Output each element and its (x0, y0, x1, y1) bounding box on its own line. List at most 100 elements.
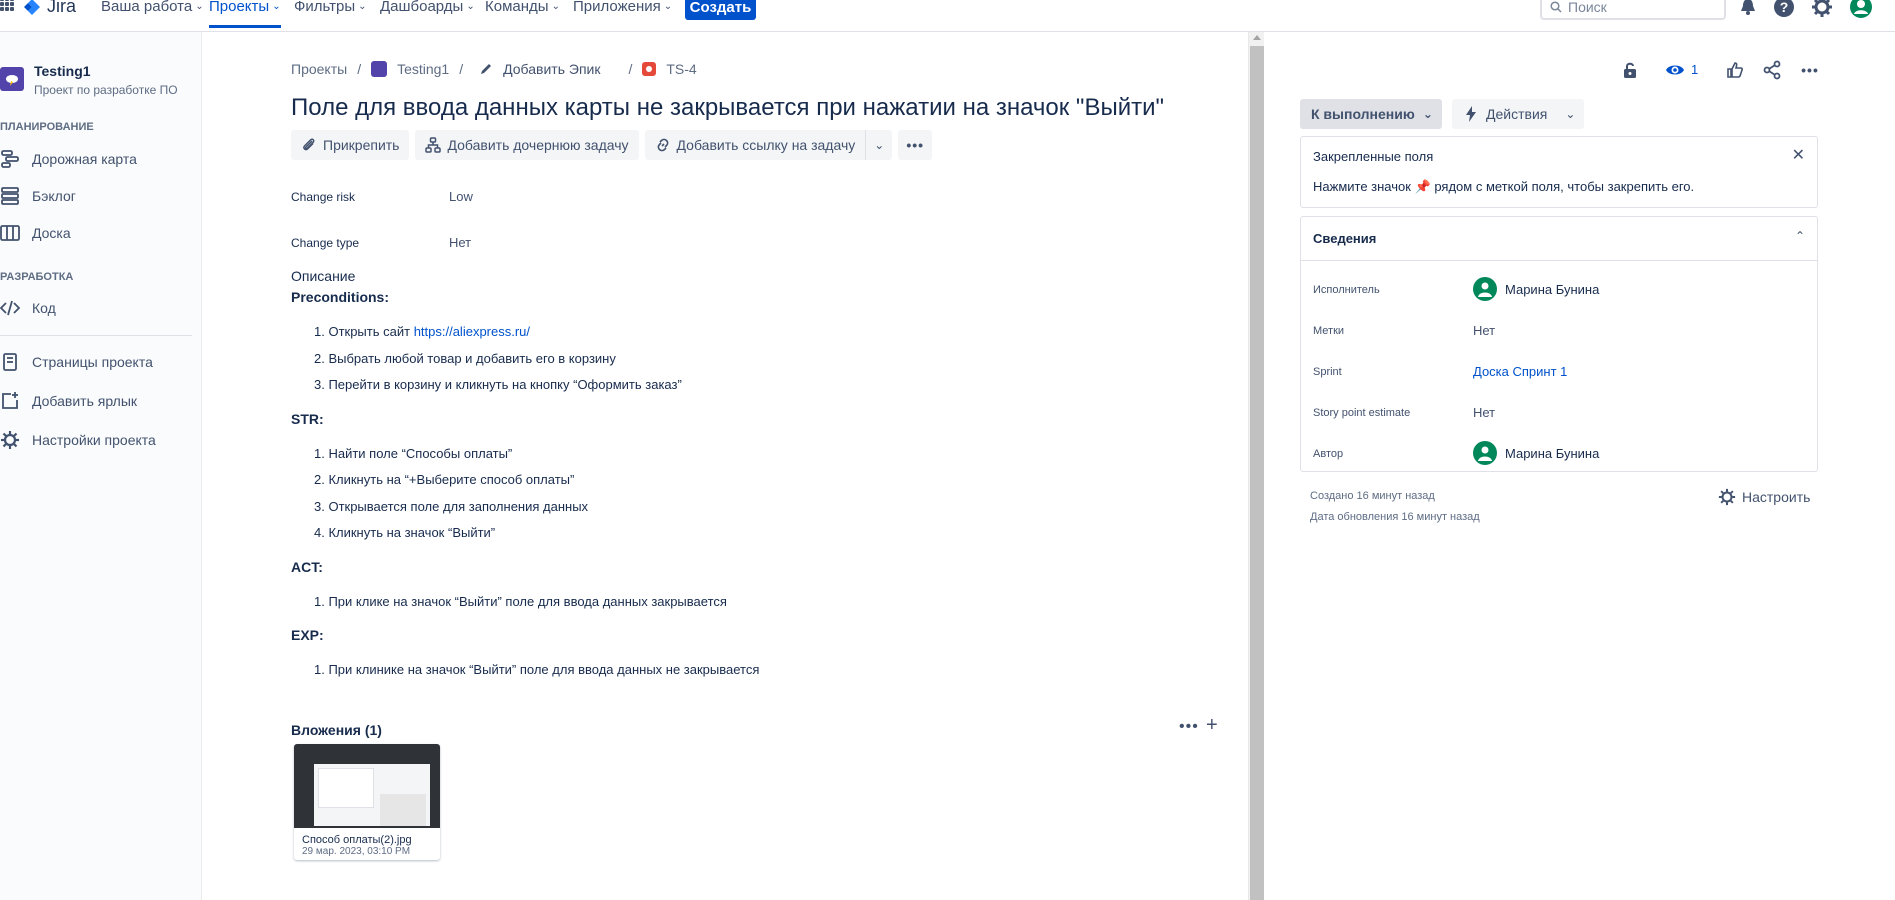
nav-your-work[interactable]: Ваша работа ⌄ (101, 0, 204, 15)
breadcrumb-separator: / (357, 61, 362, 77)
main-scrollbar[interactable] (1248, 32, 1264, 900)
list-item: 1. Открыть сайт https://aliexpress.ru/ (314, 319, 1171, 346)
issue-title[interactable]: Поле для ввода данных карты не закрывает… (291, 94, 1164, 122)
project-avatar[interactable] (0, 67, 24, 91)
sidebar-item-pages[interactable]: Страницы проекта (0, 350, 195, 374)
list-item: 1. Найти поле “Способы оплаты” (314, 445, 513, 461)
app-switcher-icon[interactable] (0, 0, 14, 11)
user-avatar-icon (1473, 277, 1497, 301)
details-panel: Сведения ⌃ Исполнитель Марина Бунина Мет… (1300, 216, 1818, 472)
link-dropdown-button[interactable]: ⌄ (866, 130, 893, 160)
project-type: Проект по разработке ПО (34, 83, 178, 97)
sidebar-item-code[interactable]: Код (0, 296, 195, 320)
sprint-value[interactable]: Доска Спринт 1 (1473, 364, 1567, 379)
configure-label: Настроить (1742, 489, 1811, 505)
sidebar-item-project-settings[interactable]: Настройки проекта (0, 428, 195, 452)
exp-list: 1. При клинике на значок “Выйти” поле дл… (314, 657, 1171, 684)
jira-logo[interactable]: Jira (22, 0, 76, 17)
scroll-up-arrow-icon[interactable] (1253, 35, 1261, 40)
attachments-more-icon[interactable]: ••• (1179, 718, 1199, 736)
thumbnail-panel (318, 768, 374, 808)
link-issue-button[interactable]: Добавить ссылку на задачу (644, 130, 867, 160)
issue-details-panel: 1 ••• К выполнению ⌄ Действия ⌄ Закрепле… (1264, 32, 1895, 900)
chevron-down-icon: ⌄ (874, 138, 885, 152)
lightning-icon (1466, 106, 1476, 122)
breadcrumb-projects[interactable]: Проекты (291, 61, 347, 77)
more-actions-button[interactable]: ••• (898, 130, 933, 160)
assignee-label: Исполнитель (1313, 284, 1380, 296)
attach-button[interactable]: Прикрепить (291, 130, 410, 160)
issue-description[interactable]: Описание Preconditions: 1. Открыть сайт … (291, 268, 1171, 696)
planning-section-label: ПЛАНИРОВАНИЕ (0, 121, 94, 133)
act-heading: ACT: (291, 558, 323, 575)
attachment-card[interactable]: Способ оплаты(2).jpg 29 мар. 2023, 03:10… (294, 744, 440, 860)
configure-button[interactable]: Настроить (1718, 488, 1810, 506)
chevron-up-icon[interactable]: ⌃ (1795, 229, 1805, 243)
exp-heading: EXP: (291, 627, 324, 643)
change-risk-value[interactable]: Low (449, 189, 473, 204)
chevron-down-icon: ⌄ (358, 0, 367, 12)
nav-teams-label: Команды (485, 0, 549, 15)
nav-filters[interactable]: Фильтры ⌄ (294, 0, 367, 15)
sidebar-item-board[interactable]: Доска (0, 221, 195, 245)
lock-icon[interactable] (1619, 59, 1641, 81)
settings-gear-icon[interactable] (1811, 0, 1833, 18)
code-icon (0, 300, 20, 316)
share-icon[interactable] (1761, 59, 1783, 81)
nav-apps[interactable]: Приложения ⌄ (573, 0, 672, 15)
pages-icon (3, 353, 17, 371)
add-attachment-icon[interactable]: + (1206, 714, 1218, 737)
breadcrumb-add-epic[interactable]: Добавить Эпик (503, 61, 600, 77)
reporter-label: Автор (1313, 448, 1344, 460)
change-type-value[interactable]: Нет (449, 235, 471, 250)
child-issue-label: Добавить дочернюю задачу (447, 137, 629, 153)
sidebar-item-label: Дорожная карта (32, 151, 137, 167)
dev-section-label: РАЗРАБОТКА (0, 271, 74, 283)
attachment-thumbnail (294, 744, 440, 828)
project-name[interactable]: Testing1 (34, 63, 91, 79)
breadcrumb-issue-key[interactable]: TS-4 (666, 61, 696, 77)
watch-eye-icon[interactable] (1664, 59, 1686, 81)
sprint-label: Sprint (1313, 366, 1342, 378)
jira-logo-icon (24, 0, 40, 15)
sidebar-item-add-shortcut[interactable]: Добавить ярлык (0, 389, 195, 413)
details-header[interactable]: Сведения ⌃ (1301, 217, 1817, 261)
chevron-down-icon: ⌄ (663, 0, 673, 12)
chevron-down-icon: ⌄ (195, 0, 204, 12)
nav-projects[interactable]: Проекты ⌄ (209, 0, 281, 28)
chevron-down-icon: ⌄ (1565, 107, 1576, 121)
like-icon[interactable] (1724, 59, 1746, 81)
paperclip-icon (303, 138, 315, 151)
sidebar-item-label: Бэклог (32, 188, 76, 204)
close-icon[interactable]: ✕ (1792, 145, 1805, 165)
status-dropdown-button[interactable]: К выполнению ⌄ (1300, 99, 1442, 129)
details-title: Сведения (1313, 231, 1377, 246)
story-points-value[interactable]: Нет (1473, 405, 1495, 420)
actions-dropdown-button[interactable]: Действия ⌄ (1452, 99, 1584, 129)
search-input[interactable]: Поиск (1540, 0, 1726, 20)
profile-avatar[interactable] (1850, 0, 1872, 18)
list-item: 4. Кликнуть на значок “Выйти” (314, 525, 496, 540)
sidebar-item-label: Страницы проекта (32, 354, 153, 370)
more-icon[interactable]: ••• (1799, 59, 1821, 81)
breadcrumb-project[interactable]: Testing1 (397, 61, 449, 77)
notifications-icon[interactable] (1737, 0, 1759, 18)
sidebar-item-label: Настройки проекта (32, 432, 156, 448)
list-item: 1. При клике на значок “Выйти” поле для … (314, 593, 727, 609)
assignee-value[interactable]: Марина Бунина (1473, 277, 1599, 301)
labels-value[interactable]: Нет (1473, 323, 1495, 338)
sidebar-item-roadmap[interactable]: Дорожная карта (0, 147, 195, 171)
help-icon[interactable]: ? (1773, 0, 1795, 18)
reporter-value[interactable]: Марина Бунина (1473, 441, 1599, 465)
nav-your-work-label: Ваша работа (101, 0, 193, 15)
nav-teams[interactable]: Команды ⌄ (485, 0, 560, 15)
add-child-issue-button[interactable]: Добавить дочернюю задачу (415, 130, 639, 160)
create-button[interactable]: Создать (685, 0, 756, 20)
aliexpress-link[interactable]: https://aliexpress.ru/ (414, 324, 530, 339)
nav-dashboards[interactable]: Дашбоарды ⌄ (380, 0, 475, 15)
sidebar-item-backlog[interactable]: Бэклог (0, 184, 195, 208)
scrollbar-thumb[interactable] (1250, 46, 1264, 900)
str-list: 1. Найти поле “Способы оплаты” 2. Кликну… (314, 441, 1171, 547)
thumbnail-content (314, 764, 430, 826)
reporter-name: Марина Бунина (1505, 445, 1600, 461)
